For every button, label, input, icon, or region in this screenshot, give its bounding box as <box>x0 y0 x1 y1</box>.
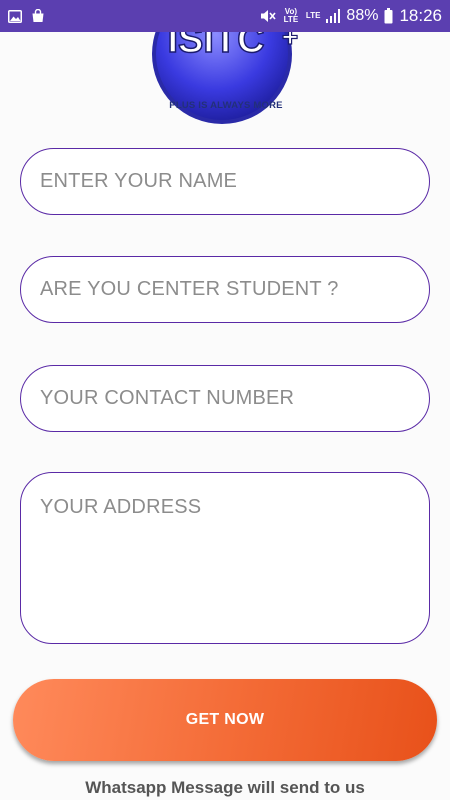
name-input[interactable]: ENTER YOUR NAME <box>20 148 430 215</box>
mute-icon <box>260 9 276 23</box>
battery-percent: 88% <box>346 7 379 24</box>
get-now-button-label: GET NOW <box>185 711 265 728</box>
name-input-placeholder: ENTER YOUR NAME <box>40 170 238 192</box>
contact-number-input-placeholder: YOUR CONTACT NUMBER <box>40 387 295 409</box>
lte-icon: LTE <box>305 11 321 20</box>
svg-text:ISITC: ISITC <box>167 32 264 61</box>
signal-icon <box>326 9 341 23</box>
shopping-bag-icon <box>31 9 45 23</box>
volte-icon: Vo) LTE <box>283 7 299 24</box>
battery-icon <box>384 8 393 24</box>
status-bar-right: Vo) LTE LTE 88% 18:26 <box>260 6 442 26</box>
image-icon <box>8 9 22 23</box>
svg-text:+: + <box>282 32 298 52</box>
address-textarea[interactable]: YOUR ADDRESS <box>20 472 430 644</box>
contact-number-input[interactable]: YOUR CONTACT NUMBER <box>20 365 430 432</box>
app-screen: Vo) LTE LTE 88% 18:26 ISITC + PLUS IS AL… <box>0 0 450 800</box>
center-student-input[interactable]: ARE YOU CENTER STUDENT ? <box>20 256 430 323</box>
get-now-button[interactable]: GET NOW <box>13 679 437 761</box>
whatsapp-note: Whatsapp Message will send to us <box>85 778 365 797</box>
status-bar-left <box>8 9 45 23</box>
clock: 18:26 <box>399 6 442 25</box>
address-textarea-placeholder: YOUR ADDRESS <box>40 496 202 518</box>
center-student-input-placeholder: ARE YOU CENTER STUDENT ? <box>40 278 339 300</box>
logo-tagline: PLUS IS ALWAYS MORE <box>169 100 283 111</box>
status-bar: Vo) LTE LTE 88% 18:26 <box>0 0 450 32</box>
